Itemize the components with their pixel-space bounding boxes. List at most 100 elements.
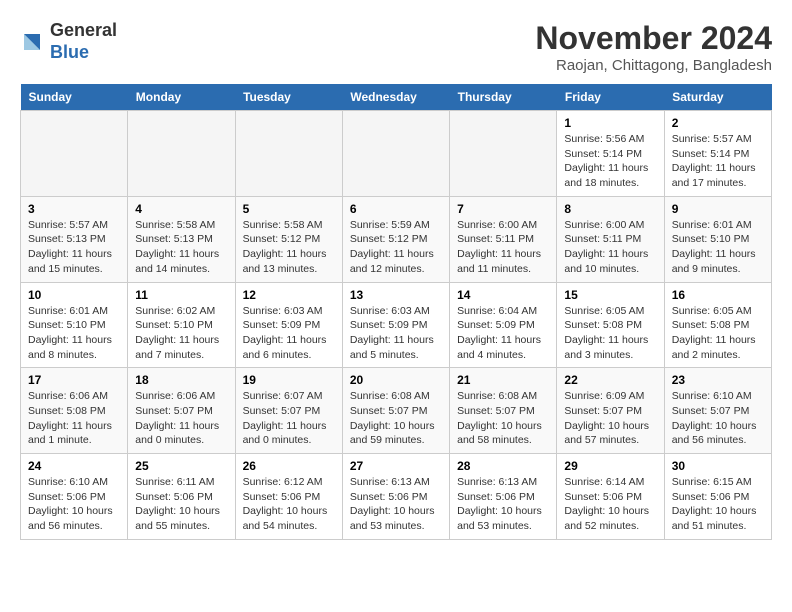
day-number: 15 — [564, 288, 656, 302]
day-number: 19 — [243, 373, 335, 387]
calendar-cell: 22 Sunrise: 6:09 AMSunset: 5:07 PMDayligh… — [557, 368, 664, 454]
calendar-cell: 4 Sunrise: 5:58 AMSunset: 5:13 PMDaylight… — [128, 196, 235, 282]
day-number: 26 — [243, 459, 335, 473]
weekday-header-row: SundayMondayTuesdayWednesdayThursdayFrid… — [21, 84, 772, 111]
day-number: 24 — [28, 459, 120, 473]
day-number: 10 — [28, 288, 120, 302]
day-info: Sunrise: 6:05 AMSunset: 5:08 PMDaylight:… — [564, 304, 656, 363]
calendar-cell: 2 Sunrise: 5:57 AMSunset: 5:14 PMDaylight… — [664, 111, 771, 197]
day-info: Sunrise: 6:02 AMSunset: 5:10 PMDaylight:… — [135, 304, 227, 363]
calendar-cell: 29 Sunrise: 6:14 AMSunset: 5:06 PMDayligh… — [557, 454, 664, 540]
day-info: Sunrise: 5:57 AMSunset: 5:13 PMDaylight:… — [28, 218, 120, 277]
day-number: 6 — [350, 202, 442, 216]
weekday-header-wednesday: Wednesday — [342, 84, 449, 111]
weekday-header-friday: Friday — [557, 84, 664, 111]
day-info: Sunrise: 6:13 AMSunset: 5:06 PMDaylight:… — [350, 475, 442, 534]
day-info: Sunrise: 6:04 AMSunset: 5:09 PMDaylight:… — [457, 304, 549, 363]
day-info: Sunrise: 6:07 AMSunset: 5:07 PMDaylight:… — [243, 389, 335, 448]
day-number: 5 — [243, 202, 335, 216]
day-number: 13 — [350, 288, 442, 302]
day-info: Sunrise: 5:58 AMSunset: 5:13 PMDaylight:… — [135, 218, 227, 277]
calendar-cell — [450, 111, 557, 197]
logo-icon — [20, 30, 44, 54]
day-number: 28 — [457, 459, 549, 473]
day-info: Sunrise: 6:01 AMSunset: 5:10 PMDaylight:… — [672, 218, 764, 277]
day-info: Sunrise: 6:10 AMSunset: 5:06 PMDaylight:… — [28, 475, 120, 534]
day-info: Sunrise: 6:08 AMSunset: 5:07 PMDaylight:… — [457, 389, 549, 448]
calendar-cell: 13 Sunrise: 6:03 AMSunset: 5:09 PMDayligh… — [342, 282, 449, 368]
calendar-cell: 18Sunrise: 6:06 AMSunset: 5:07 PMDayligh… — [128, 368, 235, 454]
calendar-week-5: 24 Sunrise: 6:10 AMSunset: 5:06 PMDayligh… — [21, 454, 772, 540]
day-info: Sunrise: 5:59 AMSunset: 5:12 PMDaylight:… — [350, 218, 442, 277]
location: Raojan, Chittagong, Bangladesh — [535, 57, 772, 74]
day-number: 29 — [564, 459, 656, 473]
day-info: Sunrise: 6:03 AMSunset: 5:09 PMDaylight:… — [243, 304, 335, 363]
calendar-cell — [342, 111, 449, 197]
day-number: 7 — [457, 202, 549, 216]
calendar-week-4: 17 Sunrise: 6:06 AMSunset: 5:08 PMDayligh… — [21, 368, 772, 454]
calendar-cell: 10Sunrise: 6:01 AMSunset: 5:10 PMDayligh… — [21, 282, 128, 368]
calendar-week-1: 1Sunrise: 5:56 AMSunset: 5:14 PMDaylight… — [21, 111, 772, 197]
day-info: Sunrise: 6:00 AMSunset: 5:11 PMDaylight:… — [564, 218, 656, 277]
calendar-cell: 17 Sunrise: 6:06 AMSunset: 5:08 PMDayligh… — [21, 368, 128, 454]
day-info: Sunrise: 6:08 AMSunset: 5:07 PMDaylight:… — [350, 389, 442, 448]
calendar-cell: 11 Sunrise: 6:02 AMSunset: 5:10 PMDayligh… — [128, 282, 235, 368]
day-info: Sunrise: 5:56 AMSunset: 5:14 PMDaylight:… — [564, 132, 656, 191]
day-number: 23 — [672, 373, 764, 387]
day-number: 11 — [135, 288, 227, 302]
day-number: 27 — [350, 459, 442, 473]
day-number: 16 — [672, 288, 764, 302]
day-info: Sunrise: 6:03 AMSunset: 5:09 PMDaylight:… — [350, 304, 442, 363]
day-info: Sunrise: 6:12 AMSunset: 5:06 PMDaylight:… — [243, 475, 335, 534]
day-number: 25 — [135, 459, 227, 473]
calendar-cell: 15 Sunrise: 6:05 AMSunset: 5:08 PMDayligh… — [557, 282, 664, 368]
month-title: November 2024 — [535, 20, 772, 57]
day-number: 22 — [564, 373, 656, 387]
calendar-table: SundayMondayTuesdayWednesdayThursdayFrid… — [20, 84, 772, 540]
day-info: Sunrise: 5:57 AMSunset: 5:14 PMDaylight:… — [672, 132, 764, 191]
day-info: Sunrise: 6:06 AMSunset: 5:08 PMDaylight:… — [28, 389, 120, 448]
calendar-cell: 6 Sunrise: 5:59 AMSunset: 5:12 PMDaylight… — [342, 196, 449, 282]
calendar-cell: 9 Sunrise: 6:01 AMSunset: 5:10 PMDaylight… — [664, 196, 771, 282]
day-number: 12 — [243, 288, 335, 302]
calendar-cell: 19 Sunrise: 6:07 AMSunset: 5:07 PMDayligh… — [235, 368, 342, 454]
day-number: 18 — [135, 373, 227, 387]
day-info: Sunrise: 6:15 AMSunset: 5:06 PMDaylight:… — [672, 475, 764, 534]
day-info: Sunrise: 6:13 AMSunset: 5:06 PMDaylight:… — [457, 475, 549, 534]
calendar-body: 1Sunrise: 5:56 AMSunset: 5:14 PMDaylight… — [21, 111, 772, 540]
calendar-cell: 14 Sunrise: 6:04 AMSunset: 5:09 PMDayligh… — [450, 282, 557, 368]
weekday-header-sunday: Sunday — [21, 84, 128, 111]
day-number: 14 — [457, 288, 549, 302]
logo: General Blue — [20, 20, 117, 63]
calendar-cell — [21, 111, 128, 197]
day-info: Sunrise: 6:11 AMSunset: 5:06 PMDaylight:… — [135, 475, 227, 534]
calendar-cell: 21Sunrise: 6:08 AMSunset: 5:07 PMDayligh… — [450, 368, 557, 454]
calendar-cell: 8Sunrise: 6:00 AMSunset: 5:11 PMDaylight… — [557, 196, 664, 282]
day-number: 4 — [135, 202, 227, 216]
calendar-week-2: 3Sunrise: 5:57 AMSunset: 5:13 PMDaylight… — [21, 196, 772, 282]
title-block: November 2024 Raojan, Chittagong, Bangla… — [535, 20, 772, 74]
calendar-cell: 16 Sunrise: 6:05 AMSunset: 5:08 PMDayligh… — [664, 282, 771, 368]
day-number: 17 — [28, 373, 120, 387]
weekday-header-saturday: Saturday — [664, 84, 771, 111]
calendar-cell: 25 Sunrise: 6:11 AMSunset: 5:06 PMDayligh… — [128, 454, 235, 540]
calendar-cell: 7Sunrise: 6:00 AMSunset: 5:11 PMDaylight… — [450, 196, 557, 282]
calendar-cell: 1Sunrise: 5:56 AMSunset: 5:14 PMDaylight… — [557, 111, 664, 197]
day-number: 9 — [672, 202, 764, 216]
day-number: 30 — [672, 459, 764, 473]
day-info: Sunrise: 6:05 AMSunset: 5:08 PMDaylight:… — [672, 304, 764, 363]
calendar-cell: 20 Sunrise: 6:08 AMSunset: 5:07 PMDayligh… — [342, 368, 449, 454]
calendar-cell: 30 Sunrise: 6:15 AMSunset: 5:06 PMDayligh… — [664, 454, 771, 540]
calendar-cell: 28 Sunrise: 6:13 AMSunset: 5:06 PMDayligh… — [450, 454, 557, 540]
calendar-week-3: 10Sunrise: 6:01 AMSunset: 5:10 PMDayligh… — [21, 282, 772, 368]
day-info: Sunrise: 6:14 AMSunset: 5:06 PMDaylight:… — [564, 475, 656, 534]
calendar-cell: 26 Sunrise: 6:12 AMSunset: 5:06 PMDayligh… — [235, 454, 342, 540]
day-info: Sunrise: 6:09 AMSunset: 5:07 PMDaylight:… — [564, 389, 656, 448]
day-number: 20 — [350, 373, 442, 387]
calendar-cell: 23Sunrise: 6:10 AMSunset: 5:07 PMDayligh… — [664, 368, 771, 454]
logo-text: General Blue — [50, 20, 117, 63]
weekday-header-monday: Monday — [128, 84, 235, 111]
day-number: 2 — [672, 116, 764, 130]
calendar-cell: 12 Sunrise: 6:03 AMSunset: 5:09 PMDayligh… — [235, 282, 342, 368]
page-header: General Blue November 2024 Raojan, Chitt… — [20, 20, 772, 74]
